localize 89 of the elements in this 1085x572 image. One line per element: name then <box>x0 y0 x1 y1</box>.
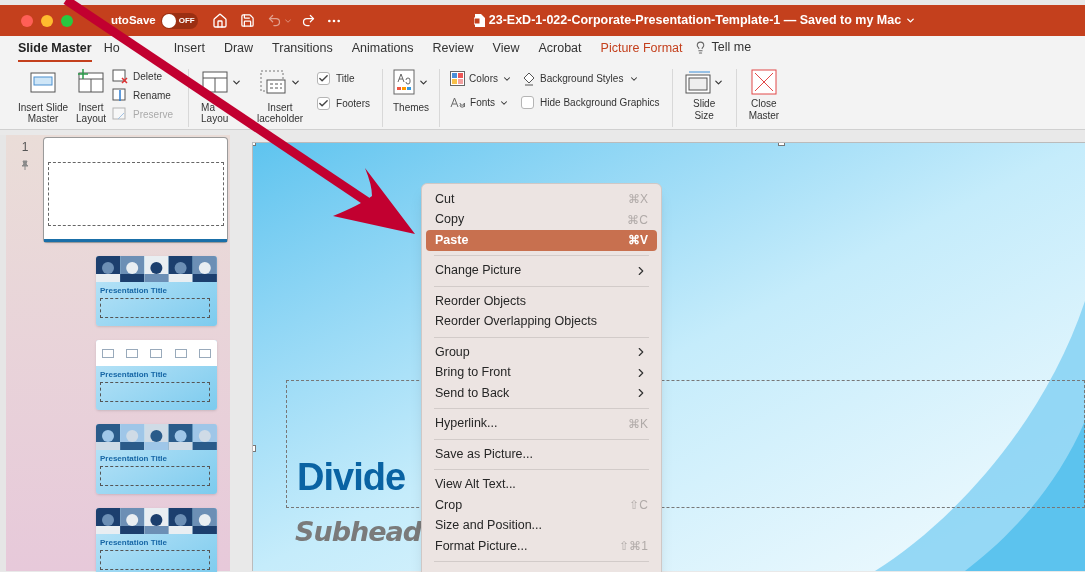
checkbox[interactable] <box>317 72 331 85</box>
redo-icon[interactable] <box>300 13 316 28</box>
background-styles-button[interactable]: Background Styles <box>522 71 640 86</box>
menu-item[interactable]: Copy ⌘C <box>426 209 657 230</box>
menu-item[interactable]: Cut ⌘X <box>426 189 657 210</box>
button-label: Ma Layou <box>201 102 229 124</box>
insert-layout-button[interactable]: Insert Layout <box>72 69 111 124</box>
slide-subhead: Subhead <box>295 515 422 549</box>
font-icon <box>450 97 467 108</box>
close-icon <box>750 69 777 95</box>
slide-size-button[interactable]: Slide Size <box>672 69 736 122</box>
window-title: 23-ExD-1-022-Corporate-Presentation-Template-1 — Saved to my Mac <box>488 12 902 30</box>
slide-thumbnail[interactable]: Presentation Title <box>96 424 217 494</box>
insert-slide-master-button[interactable]: Insert Slide Master <box>14 69 73 124</box>
slide-size-icon <box>684 69 711 95</box>
button-label: Insert Layout <box>76 102 107 124</box>
fonts-button[interactable]: Fonts <box>450 95 510 110</box>
menu-item[interactable]: Bring to Front <box>426 362 657 383</box>
image-placeholder-icon <box>150 348 163 358</box>
ribbon-tab[interactable]: Draw <box>223 41 254 62</box>
ribbon-tab[interactable]: Review <box>432 41 474 62</box>
ribbon-tab[interactable]: Transitions <box>272 41 333 62</box>
checkbox-label: Footers <box>336 97 370 111</box>
master-layout-button[interactable]: Ma Layou <box>201 69 244 124</box>
ribbon-tab[interactable]: Acrobat <box>538 41 582 62</box>
menu-item[interactable]: Size and Position... <box>426 515 657 536</box>
menu-item[interactable]: Change Picture <box>426 260 657 281</box>
image-placeholder-icon <box>102 348 115 358</box>
button-label: Close Master <box>748 98 780 122</box>
button-label: Slide Size <box>693 98 716 122</box>
slide-master-icon <box>29 69 57 95</box>
colors-button[interactable]: Colors <box>450 71 512 86</box>
autosave-label: utoSave <box>111 12 156 28</box>
menu-item[interactable]: Format Picture... ⇧⌘1 <box>426 536 657 557</box>
ribbon-button[interactable]: Rename <box>112 88 171 103</box>
close-master-button[interactable]: Close Master <box>736 69 792 122</box>
slide-thumbnail[interactable]: Presentation Title <box>96 256 217 326</box>
slide-thumbnail[interactable] <box>44 138 227 242</box>
menu-item[interactable]: Group <box>426 342 657 363</box>
menu-item[interactable]: Save as Picture... <box>426 444 657 465</box>
menu-item[interactable]: Paste ⌘V <box>426 230 657 251</box>
color-palette-icon <box>450 71 466 86</box>
ribbon-tab[interactable]: Animations <box>351 41 414 62</box>
home-icon[interactable] <box>211 12 228 29</box>
image-placeholder-icon <box>198 348 211 358</box>
thumbnail-title: Presentation Title <box>100 538 168 547</box>
thumbnail-title: Presentation Title <box>100 286 168 295</box>
menu-item[interactable]: Crop ⇧C <box>426 495 657 516</box>
menu-item[interactable]: Hyperlink... ⌘K <box>426 413 657 434</box>
menu-item[interactable]: Reorder Objects <box>426 291 657 312</box>
image-placeholder-icon <box>126 348 139 358</box>
thumbnail-title: Presentation Title <box>100 454 168 463</box>
ribbon-tab[interactable]: Insert <box>173 41 205 62</box>
button-label: Themes <box>392 101 430 115</box>
menu-item[interactable]: View Alt Text... <box>426 474 657 495</box>
themes-icon <box>393 69 416 95</box>
minimize-window-button[interactable] <box>41 14 53 27</box>
image-placeholder-icon <box>174 348 187 358</box>
layout-icon <box>201 69 230 95</box>
layout-icon <box>77 69 106 95</box>
slide-thumbnail[interactable]: Presentation Title <box>96 508 217 572</box>
checkbox[interactable] <box>521 96 535 109</box>
slide-thumbnail[interactable]: Presentation Title <box>96 340 217 410</box>
menu-item[interactable]: Reorder Overlapping Objects <box>426 311 657 332</box>
ribbon-tab[interactable]: Picture Format <box>600 41 683 62</box>
placeholder-icon <box>259 69 288 95</box>
checkbox[interactable] <box>317 97 331 110</box>
rename-icon <box>112 88 129 103</box>
title-dropdown-icon[interactable] <box>905 15 917 26</box>
checkbox-label: Hide Background Graphics <box>540 96 660 110</box>
thumbnail-title: Presentation Title <box>100 370 168 379</box>
ribbon-tab[interactable]: Ho <box>103 41 120 62</box>
zoom-window-button[interactable] <box>61 14 73 27</box>
button-label: Insert Slide Master <box>18 102 69 124</box>
paint-bucket-icon <box>522 71 536 86</box>
button-label: Insert laceholder <box>257 102 304 124</box>
delete-slide-icon <box>112 69 129 84</box>
autosave-toggle[interactable]: OFF <box>160 12 198 29</box>
slide-number: 1 <box>21 139 29 156</box>
ribbon-tab[interactable]: View <box>492 41 520 62</box>
tell-me-field[interactable]: Tell me <box>711 38 752 57</box>
document-icon <box>473 14 485 27</box>
themes-button[interactable]: Themes <box>382 69 440 115</box>
checkbox-label: Title <box>336 72 355 86</box>
menu-item[interactable]: Send to Back <box>426 383 657 404</box>
save-icon[interactable] <box>239 13 255 28</box>
insert-placeholder-button[interactable]: Insert laceholder <box>251 69 310 124</box>
slide-title: Divide <box>297 455 406 500</box>
ribbon-button[interactable]: Delete <box>112 69 162 84</box>
